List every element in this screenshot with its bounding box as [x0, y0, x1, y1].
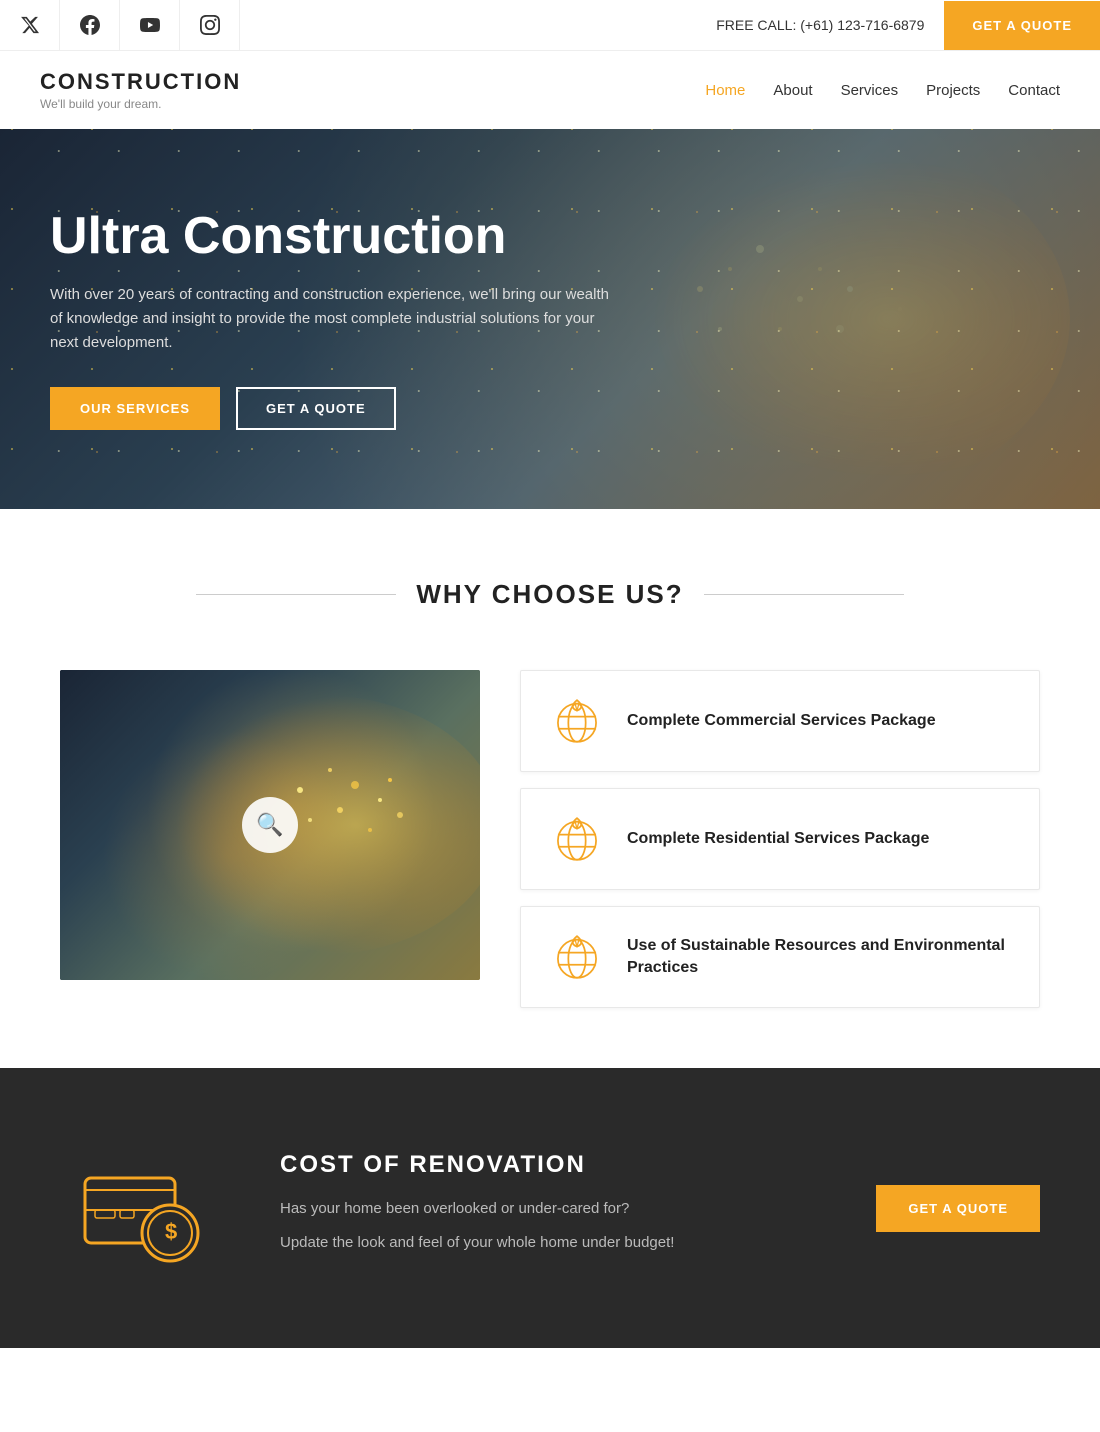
why-content: Complete Commercial Services Package Com…	[60, 670, 1040, 1008]
commercial-card-label: Complete Commercial Services Package	[627, 710, 936, 732]
logo-area: CONSTRUCTION We'll build your dream.	[40, 69, 241, 111]
why-choose-us-section: WHY CHOOSE US?	[0, 509, 1100, 1068]
get-quote-hero-button[interactable]: GET A QUOTE	[236, 387, 396, 430]
top-bar: FREE CALL: (+61) 123-716-6879 GET A QUOT…	[0, 0, 1100, 51]
renovation-desc1: Has your home been overlooked or under-c…	[280, 1197, 816, 1221]
residential-icon	[549, 811, 605, 867]
hero-content: Ultra Construction With over 20 years of…	[50, 208, 1050, 430]
top-get-quote-button[interactable]: GET A QUOTE	[944, 1, 1100, 50]
zoom-icon[interactable]	[242, 797, 298, 853]
why-card-sustainable: Use of Sustainable Resources and Environ…	[520, 906, 1040, 1008]
nav-item-contact[interactable]: Contact	[1008, 82, 1060, 99]
sustainable-icon	[549, 929, 605, 985]
facebook-icon[interactable]	[60, 0, 120, 50]
sustainable-card-label: Use of Sustainable Resources and Environ…	[627, 935, 1011, 980]
renovation-section: $ COST OF RENOVATION Has your home been …	[0, 1068, 1100, 1348]
logo-subtitle: We'll build your dream.	[40, 97, 241, 111]
nav-item-about[interactable]: About	[773, 82, 812, 99]
hero-description: With over 20 years of contracting and co…	[50, 283, 610, 355]
money-icon: $	[70, 1138, 210, 1278]
renovation-title: COST OF RENOVATION	[280, 1151, 816, 1179]
our-services-button[interactable]: OUR SERVICES	[50, 387, 220, 430]
why-card-commercial: Complete Commercial Services Package	[520, 670, 1040, 772]
renovation-icon-area: $	[60, 1138, 220, 1278]
youtube-icon[interactable]	[120, 0, 180, 50]
svg-text:$: $	[165, 1219, 177, 1244]
nav-item-home[interactable]: Home	[705, 82, 745, 99]
renovation-quote-button[interactable]: GET A QUOTE	[876, 1185, 1040, 1232]
twitter-icon[interactable]	[0, 0, 60, 50]
nav-item-projects[interactable]: Projects	[926, 82, 980, 99]
section-title-wrap: WHY CHOOSE US?	[60, 579, 1040, 610]
hero-buttons: OUR SERVICES GET A QUOTE	[50, 387, 1050, 430]
free-call-text: FREE CALL: (+61) 123-716-6879	[696, 17, 944, 33]
top-right: FREE CALL: (+61) 123-716-6879 GET A QUOT…	[696, 1, 1100, 50]
hero-section: Ultra Construction With over 20 years of…	[0, 129, 1100, 509]
header: CONSTRUCTION We'll build your dream. Hom…	[0, 51, 1100, 129]
instagram-icon[interactable]	[180, 0, 240, 50]
logo-title: CONSTRUCTION	[40, 69, 241, 95]
nav-item-services[interactable]: Services	[841, 82, 899, 99]
title-line-right	[704, 594, 904, 595]
why-image	[60, 670, 480, 980]
why-card-residential: Complete Residential Services Package	[520, 788, 1040, 890]
why-section-title: WHY CHOOSE US?	[416, 579, 683, 610]
commercial-icon	[549, 693, 605, 749]
title-line-left	[196, 594, 396, 595]
why-cards: Complete Commercial Services Package Com…	[520, 670, 1040, 1008]
residential-card-label: Complete Residential Services Package	[627, 828, 929, 850]
main-nav: Home About Services Projects Contact	[705, 82, 1060, 99]
renovation-content: COST OF RENOVATION Has your home been ov…	[280, 1151, 816, 1265]
hero-title: Ultra Construction	[50, 208, 1050, 265]
renovation-desc2: Update the look and feel of your whole h…	[280, 1231, 816, 1255]
social-icons	[0, 0, 240, 50]
